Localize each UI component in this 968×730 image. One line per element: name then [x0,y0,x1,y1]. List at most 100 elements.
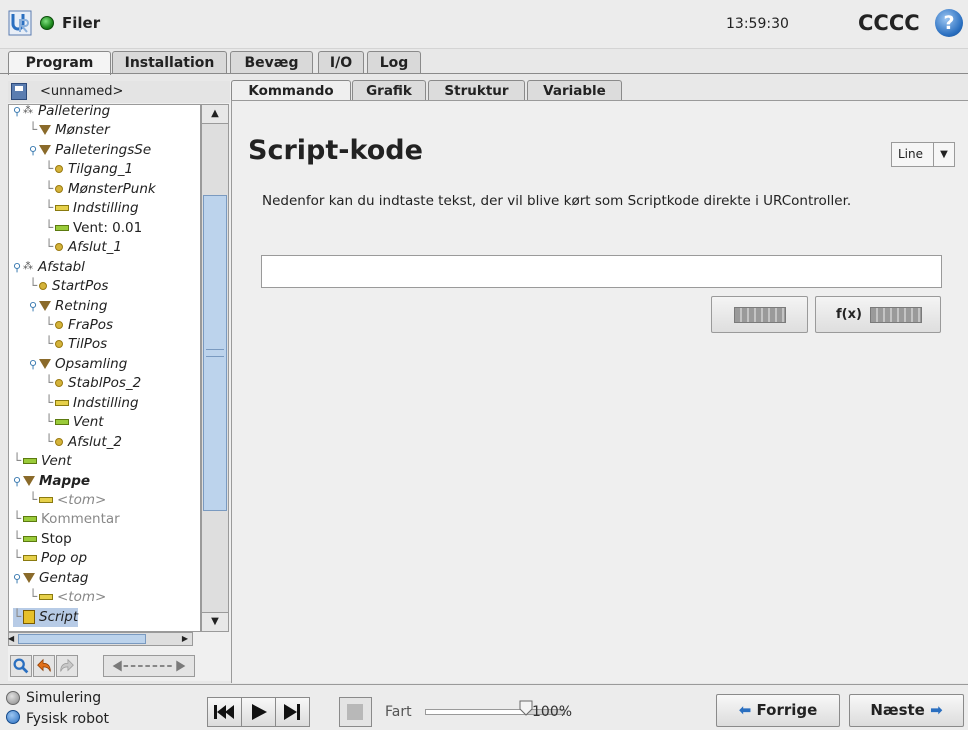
expand-pin-icon[interactable]: ⚲ [13,569,23,588]
tree-node[interactable]: └ Pop op [13,549,87,568]
previous-label: Forrige [756,701,818,719]
tab-move[interactable]: Bevæg [230,51,313,74]
expand-pin-icon[interactable]: ⚲ [29,141,39,160]
tree-node[interactable]: ⚲ Retning [29,297,107,316]
tree-node[interactable]: └ Indstilling [45,199,139,218]
waypoint-icon [55,320,63,329]
tab-log[interactable]: Log [367,51,421,74]
tree-node-label: PalleteringsSe [55,141,152,158]
help-icon[interactable]: ? [935,9,963,37]
search-icon[interactable] [10,655,32,677]
speed-slider-thumb[interactable] [519,700,533,716]
tree-node[interactable]: └ Vent [13,452,72,471]
app-title[interactable]: Filer [62,14,100,32]
horizontal-scroll-thumb[interactable] [18,634,146,644]
program-tree[interactable]: ⚲ ⁂ Palletering └ Mønster ⚲ PalleteringsSe └ Til… [8,104,201,632]
tree-node[interactable]: ⚲ ⁂ Palletering [13,105,110,121]
script-mode-value: Line [898,147,924,161]
scroll-down-arrow-icon[interactable]: ▼ [201,612,229,632]
speed-label: Fart [385,704,412,720]
tree-node[interactable]: ⚲ ⁂ Afstabl [13,258,85,277]
real-robot-label[interactable]: Fysisk robot [26,711,109,727]
expand-pin-icon[interactable]: ⚲ [13,472,23,491]
triangle-folder-icon [23,475,35,486]
tab-program[interactable]: Program [8,51,111,75]
script-mode-select[interactable]: Line ▼ [891,142,955,167]
previous-button[interactable]: ⬅ Forrige [716,694,840,727]
scroll-up-arrow-icon[interactable]: ▲ [201,104,229,124]
wait-icon [23,458,37,465]
tree-node[interactable]: ⚲ Opsamling [29,355,127,374]
tree-node[interactable]: └ FraPos [45,316,113,335]
tree-connector: └ [45,433,54,450]
wait-icon [55,224,69,231]
tree-connector: └ [13,453,22,470]
stop-button[interactable] [339,697,372,727]
tree-node[interactable]: └ Kommentar [13,510,120,529]
expand-pin-icon[interactable]: ⚲ [29,355,39,374]
tab-command[interactable]: Kommando [231,80,351,102]
move-node-icon[interactable] [103,655,195,677]
tree-connector: └ [45,375,54,392]
scroll-left-arrow-icon[interactable]: ◀ [8,632,18,646]
tab-installation[interactable]: Installation [112,51,227,74]
empty-icon [39,594,53,601]
keyboard-button[interactable] [711,296,808,333]
tree-node-label: Afstabl [38,258,85,275]
tree-connector: └ [45,316,54,333]
tree-node[interactable]: └ Mønster [29,121,110,140]
step-button[interactable] [275,697,310,727]
tree-node[interactable]: ⚲ PalleteringsSe [29,141,151,160]
tab-variables[interactable]: Variable [527,80,622,101]
tree-node[interactable]: └ Vent [45,413,104,432]
tree-node[interactable]: └ <tom> [29,491,106,510]
tree-connector: └ [45,180,54,197]
expression-editor-button[interactable]: f(x) [815,296,941,333]
tree-node[interactable]: ⚲ Mappe [13,472,90,491]
tree-node[interactable]: └ Vent: 0.01 [45,219,142,238]
tree-node-label: <tom> [57,589,107,606]
waypoint-icon [39,282,47,291]
simulation-label[interactable]: Simulering [26,690,101,706]
arrow-left-icon: ⬅ [738,701,752,719]
tree-node[interactable]: └ TilPos [45,335,107,354]
triangle-folder-icon [39,125,51,136]
tree-node[interactable]: └ Stop [13,530,72,549]
keyboard-icon [870,307,922,323]
tab-structure[interactable]: Struktur [428,80,525,101]
tree-node[interactable]: └ Script [13,607,79,627]
tree-node[interactable]: └ StablPos_2 [45,374,141,393]
undo-icon[interactable] [33,655,55,677]
tree-node-label: Stop [41,530,72,547]
scroll-right-arrow-icon[interactable]: ▶ [178,632,192,646]
tab-graphics[interactable]: Grafik [352,80,426,101]
triangle-folder-icon [23,572,35,583]
redo-icon[interactable] [56,655,78,677]
tree-node[interactable]: └ Tilgang_1 [45,160,133,179]
play-button[interactable] [241,697,276,727]
script-code-input[interactable] [261,255,942,288]
rewind-button[interactable] [207,697,242,727]
tab-io[interactable]: I/O [318,51,364,74]
simulation-radio[interactable] [6,691,20,705]
tree-node-label: StartPos [52,278,109,295]
tree-connector: └ [13,530,22,547]
tree-connector: └ [45,161,54,178]
expand-pin-icon[interactable]: ⚲ [29,297,39,316]
tree-node[interactable]: └ Afslut_1 [45,238,122,257]
empty-icon [39,497,53,503]
save-icon[interactable] [11,83,27,100]
tree-node[interactable]: ⚲ Gentag [13,569,88,588]
tree-node[interactable]: └ <tom> [29,588,106,607]
tree-node[interactable]: └ Indstilling [45,394,139,413]
expand-pin-icon[interactable]: ⚲ [13,105,23,121]
tree-node[interactable]: └ Afslut_2 [45,433,122,452]
command-description: Nedenfor kan du indtaste tekst, der vil … [262,193,852,209]
tree-node[interactable]: └ MønsterPunk [45,180,156,199]
expand-pin-icon[interactable]: ⚲ [13,258,23,277]
tree-node[interactable]: └ StartPos [29,277,108,296]
waypoint-icon [55,243,63,252]
real-robot-radio[interactable] [6,710,20,724]
next-button[interactable]: Næste ➡ [849,694,964,727]
waypoint-icon [55,340,63,349]
